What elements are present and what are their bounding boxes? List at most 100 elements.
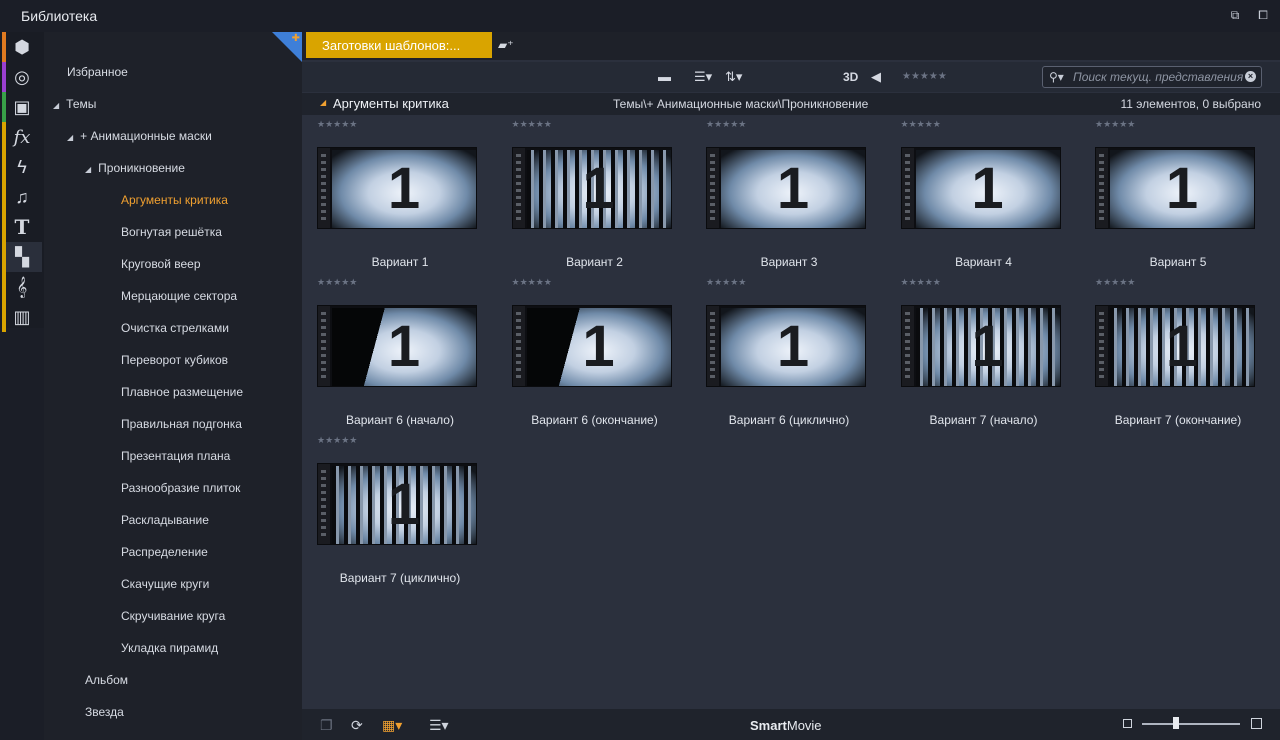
rating-stars[interactable]: ★★★★★ [317, 277, 357, 288]
tree-item[interactable]: Плавное размещение [121, 385, 243, 399]
template-thumbnail[interactable]: 1 [900, 305, 1061, 387]
section-title: Аргументы критика [333, 96, 449, 111]
tree-item[interactable]: ◢ Проникновение [85, 161, 185, 175]
template-thumbnail[interactable]: 1 [511, 305, 672, 387]
stack-icon[interactable]: ▣ [2, 92, 42, 122]
rating-stars[interactable]: ★★★★★ [1095, 119, 1135, 130]
template-card[interactable]: ★★★★★ 1 Вариант 3 [692, 115, 886, 273]
template-card[interactable]: ★★★★★ 1 Вариант 7 (начало) [887, 273, 1081, 431]
treble-clef-icon[interactable]: 𝄞 [2, 272, 42, 302]
rating-stars[interactable]: ★★★★★ [1095, 277, 1135, 288]
rating-stars[interactable]: ★★★★★ [512, 277, 552, 288]
collapse-arrow-icon[interactable]: ◢ [320, 98, 326, 107]
expand-arrow-icon[interactable]: ◢ [53, 101, 59, 110]
zoom-slider[interactable] [1142, 723, 1240, 725]
tree-item[interactable]: Скручивание круга [121, 609, 225, 623]
folder-icon[interactable]: ▬ [658, 69, 671, 84]
copy-icon[interactable]: ❐ [320, 717, 333, 734]
search-icon[interactable]: ⚲▾ [1049, 70, 1064, 84]
expand-arrow-icon[interactable]: ◢ [67, 133, 73, 142]
template-thumbnail[interactable]: 1 [317, 463, 477, 545]
tree-item[interactable]: Презентация плана [121, 449, 230, 463]
film-reel-icon[interactable]: ◎ [2, 62, 42, 92]
music-note-icon[interactable]: ♫ [2, 182, 42, 212]
template-caption: Вариант 2 [566, 255, 623, 269]
rating-stars[interactable]: ★★★★★ [317, 435, 357, 446]
lightning-icon[interactable]: ϟ [2, 152, 42, 182]
template-thumbnail[interactable]: 1 [706, 305, 866, 387]
rating-stars[interactable]: ★★★★★ [706, 119, 746, 130]
template-card[interactable]: ★★★★★ 1 Вариант 7 (окончание) [1081, 273, 1275, 431]
restore-icon[interactable]: ⧉ [1228, 8, 1242, 22]
tree-item[interactable]: Укладка пирамид [121, 641, 218, 655]
template-thumbnail[interactable]: 1 [1095, 305, 1255, 387]
template-thumbnail[interactable]: 1 [511, 147, 672, 229]
tree-item[interactable]: Избранное [67, 65, 128, 79]
tree-item-label: Очистка стрелками [121, 321, 229, 335]
template-card[interactable]: ★★★★★ 1 Вариант 2 [498, 115, 692, 273]
template-thumbnail[interactable]: 1 [1095, 147, 1255, 229]
piano-icon[interactable]: ▥ [2, 302, 42, 332]
template-card[interactable]: ★★★★★ 1 Вариант 7 (циклично) [303, 431, 497, 589]
zoom-out-icon[interactable] [1123, 719, 1132, 728]
template-thumbnail[interactable]: 1 [900, 147, 1061, 229]
rating-filter[interactable]: ★★★★★ [902, 71, 947, 82]
grid-view-icon[interactable]: ▦▾ [382, 717, 402, 734]
tree-item[interactable]: Правильная подгонка [121, 417, 242, 431]
search-box[interactable]: ⚲▾ × [1042, 66, 1262, 88]
expand-arrow-icon[interactable]: ◢ [85, 165, 91, 174]
tree-item[interactable]: Мерцающие сектора [121, 289, 237, 303]
detach-icon[interactable]: ⧠ [1256, 8, 1270, 22]
rating-stars[interactable]: ★★★★★ [706, 277, 746, 288]
window-title: Библиотека [21, 8, 98, 24]
search-input[interactable] [1073, 69, 1243, 85]
list-view-icon[interactable]: ☰▾ [694, 69, 712, 85]
box-icon[interactable]: ⬢ [2, 32, 42, 62]
template-card[interactable]: ★★★★★ 1 Вариант 5 [1081, 115, 1275, 273]
tree-item[interactable]: Разнообразие плиток [121, 481, 240, 495]
tab-templates[interactable]: Заготовки шаблонов:... [306, 32, 492, 58]
rating-stars[interactable]: ★★★★★ [512, 119, 552, 130]
pin-icon[interactable]: ✚ [292, 33, 300, 44]
add-tab-icon[interactable]: ▰⁺ [498, 38, 514, 52]
template-card[interactable]: ★★★★★ 1 Вариант 6 (начало) [303, 273, 497, 431]
film-strip-icon [318, 306, 330, 386]
tree-item[interactable]: Скачущие круги [121, 577, 209, 591]
tree-item[interactable]: Распределение [121, 545, 208, 559]
rating-stars[interactable]: ★★★★★ [317, 119, 357, 130]
toggle-3d[interactable]: 3D [843, 70, 858, 84]
tree-item[interactable]: Аргументы критика [121, 193, 228, 207]
rating-stars[interactable]: ★★★★★ [901, 277, 941, 288]
menu-icon[interactable]: ☰▾ [429, 717, 449, 734]
fx-icon[interactable]: fx [2, 122, 42, 152]
tree-item-label: Звезда [85, 705, 124, 719]
sort-icon[interactable]: ⇅▾ [725, 69, 742, 85]
template-card[interactable]: ★★★★★ 1 Вариант 6 (окончание) [498, 273, 692, 431]
tree-item[interactable]: Раскладывание [121, 513, 209, 527]
tree-item[interactable]: Звезда [85, 705, 124, 719]
template-thumbnail[interactable]: 1 [317, 305, 477, 387]
montage-icon[interactable]: ▚ [2, 242, 42, 272]
tree-item-label: Презентация плана [121, 449, 231, 463]
tag-icon[interactable]: ◀ [871, 69, 881, 85]
tree-item-label: Разнообразие плиток [121, 481, 241, 495]
tree-item[interactable]: Переворот кубиков [121, 353, 228, 367]
template-card[interactable]: ★★★★★ 1 Вариант 4 [887, 115, 1081, 273]
tree-item[interactable]: Альбом [85, 673, 128, 687]
zoom-slider-thumb[interactable] [1173, 717, 1179, 729]
template-card[interactable]: ★★★★★ 1 Вариант 1 [303, 115, 497, 273]
smartmovie-brand[interactable]: SmartMovie [750, 718, 822, 733]
text-icon[interactable]: T [2, 212, 42, 242]
zoom-in-icon[interactable] [1251, 718, 1262, 729]
clear-search-icon[interactable]: × [1245, 71, 1256, 82]
template-thumbnail[interactable]: 1 [706, 147, 866, 229]
tree-item[interactable]: Круговой веер [121, 257, 201, 271]
template-thumbnail[interactable]: 1 [317, 147, 477, 229]
tree-item[interactable]: Очистка стрелками [121, 321, 229, 335]
tree-item[interactable]: ◢ + Анимационные маски [67, 129, 212, 143]
refresh-icon[interactable]: ⟳ [351, 717, 363, 734]
tree-item[interactable]: Вогнутая решётка [121, 225, 222, 239]
tree-item[interactable]: ◢ Темы [53, 97, 96, 111]
rating-stars[interactable]: ★★★★★ [901, 119, 941, 130]
template-card[interactable]: ★★★★★ 1 Вариант 6 (циклично) [692, 273, 886, 431]
